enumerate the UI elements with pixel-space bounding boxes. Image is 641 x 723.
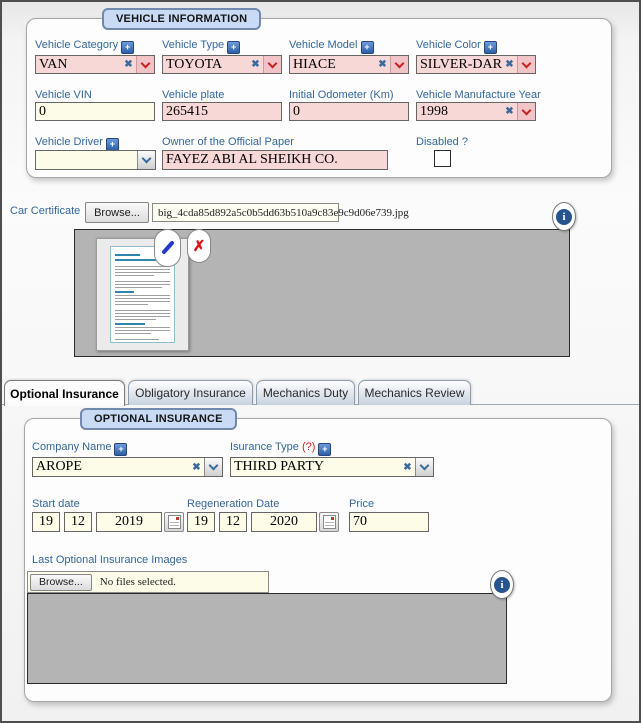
dropdown-arrow-icon[interactable] xyxy=(204,458,222,476)
dropdown-arrow-icon[interactable] xyxy=(390,56,408,73)
owner-input[interactable] xyxy=(162,150,388,170)
regen-day-input[interactable] xyxy=(187,512,215,532)
start-date-calendar-button[interactable] xyxy=(164,512,184,532)
tab-optional-insurance[interactable]: Optional Insurance xyxy=(4,380,125,406)
insurance-images-browse-button[interactable]: Browse... xyxy=(30,574,92,591)
tab-mechanics-review[interactable]: Mechanics Review xyxy=(358,380,471,405)
dropdown-arrow-icon[interactable] xyxy=(263,56,281,73)
initial-odometer-label: Initial Odometer (Km) xyxy=(289,89,394,101)
add-type-icon[interactable]: + xyxy=(227,41,240,54)
help-icon[interactable]: (?) xyxy=(302,441,315,453)
no-files-text: No files selected. xyxy=(100,576,176,588)
vehicle-color-label: Vehicle Color+ xyxy=(416,39,497,54)
insurance-type-label: Isurance Type (?)+ xyxy=(230,441,331,456)
calendar-icon xyxy=(168,515,181,529)
vehicle-driver-label: Vehicle Driver+ xyxy=(35,136,119,151)
vehicle-vin-input[interactable] xyxy=(35,102,155,121)
add-insurance-type-icon[interactable]: + xyxy=(318,443,331,456)
clear-icon[interactable]: ✖ xyxy=(248,59,263,70)
clear-icon[interactable]: ✖ xyxy=(189,462,204,473)
vehicle-type-combobox[interactable]: TOYOTA ✖ xyxy=(162,55,282,74)
vehicle-plate-input[interactable] xyxy=(162,102,282,121)
insurance-images-label: Last Optional Insurance Images xyxy=(32,554,187,566)
regen-month-input[interactable] xyxy=(219,512,247,532)
clear-icon[interactable]: ✖ xyxy=(502,106,517,117)
vehicle-color-combobox[interactable]: SILVER-DARK ✖ xyxy=(416,55,536,74)
vehicle-type-label: Vehicle Type+ xyxy=(162,39,240,54)
dropdown-arrow-icon[interactable] xyxy=(415,458,433,476)
vehicle-model-combobox[interactable]: HIACE ✖ xyxy=(289,55,409,74)
clear-icon[interactable]: ✖ xyxy=(400,462,415,473)
insurance-images-file-input[interactable]: Browse... No files selected. xyxy=(27,571,269,593)
edit-certificate-button[interactable] xyxy=(154,229,181,267)
car-certificate-filename: big_4cda85d892a5c0b5dd63b510a9c83e9c9d06… xyxy=(152,203,339,222)
start-month-input[interactable] xyxy=(64,512,92,532)
pencil-icon xyxy=(160,239,176,257)
disabled-label: Disabled ? xyxy=(416,136,468,148)
price-label: Price xyxy=(349,498,374,510)
clear-icon[interactable]: ✖ xyxy=(502,59,517,70)
dropdown-arrow-icon[interactable] xyxy=(517,56,535,73)
manufacture-year-label: Vehicle Manufacture Year xyxy=(416,89,541,101)
vehicle-model-label: Vehicle Model+ xyxy=(289,39,374,54)
add-model-icon[interactable]: + xyxy=(361,41,374,54)
info-icon[interactable]: i xyxy=(552,202,576,231)
company-name-combobox[interactable]: AROPE ✖ xyxy=(32,457,223,477)
price-input[interactable] xyxy=(349,512,429,532)
insurance-type-combobox[interactable]: THIRD PARTY ✖ xyxy=(230,457,434,477)
dropdown-arrow-icon[interactable] xyxy=(137,151,155,169)
dropdown-arrow-icon[interactable] xyxy=(136,56,154,73)
vehicle-plate-label: Vehicle plate xyxy=(162,89,224,101)
add-company-icon[interactable]: + xyxy=(114,443,127,456)
delete-certificate-button[interactable]: ✗ xyxy=(187,229,211,263)
company-name-label: Company Name+ xyxy=(32,441,127,456)
disabled-checkbox[interactable] xyxy=(434,150,451,167)
vehicle-vin-label: Vehicle VIN xyxy=(35,89,92,101)
app-window: VEHICLE INFORMATION Vehicle Category+ Ve… xyxy=(0,0,641,723)
start-year-input[interactable] xyxy=(96,512,162,532)
insurance-images-preview-area xyxy=(27,593,507,684)
add-color-icon[interactable]: + xyxy=(484,41,497,54)
tab-obligatory-insurance[interactable]: Obligatory Insurance xyxy=(128,380,253,405)
regeneration-date-label: Regeneration Date xyxy=(187,498,279,510)
add-category-icon[interactable]: + xyxy=(121,41,134,54)
vehicle-driver-select[interactable] xyxy=(35,150,156,170)
delete-icon: ✗ xyxy=(193,237,206,256)
vehicle-category-label: Vehicle Category+ xyxy=(35,39,134,54)
vehicle-category-combobox[interactable]: VAN ✖ xyxy=(35,55,155,74)
car-certificate-browse-button[interactable]: Browse... xyxy=(85,202,149,223)
owner-label: Owner of the Official Paper xyxy=(162,136,294,148)
clear-icon[interactable]: ✖ xyxy=(375,59,390,70)
initial-odometer-input[interactable] xyxy=(289,102,409,121)
dropdown-arrow-icon[interactable] xyxy=(517,103,535,120)
info-icon[interactable]: i xyxy=(490,570,514,599)
regen-date-calendar-button[interactable] xyxy=(319,512,339,532)
vehicle-information-legend: VEHICLE INFORMATION xyxy=(102,8,261,30)
car-certificate-label: Car Certificate xyxy=(10,205,80,217)
regen-year-input[interactable] xyxy=(251,512,317,532)
clear-icon[interactable]: ✖ xyxy=(121,59,136,70)
start-date-label: Start date xyxy=(32,498,80,510)
optional-insurance-legend: OPTIONAL INSURANCE xyxy=(80,408,237,430)
manufacture-year-combobox[interactable]: 1998 ✖ xyxy=(416,102,536,121)
calendar-icon xyxy=(323,515,336,529)
start-day-input[interactable] xyxy=(32,512,60,532)
tab-mechanics-duty[interactable]: Mechanics Duty xyxy=(256,380,355,405)
